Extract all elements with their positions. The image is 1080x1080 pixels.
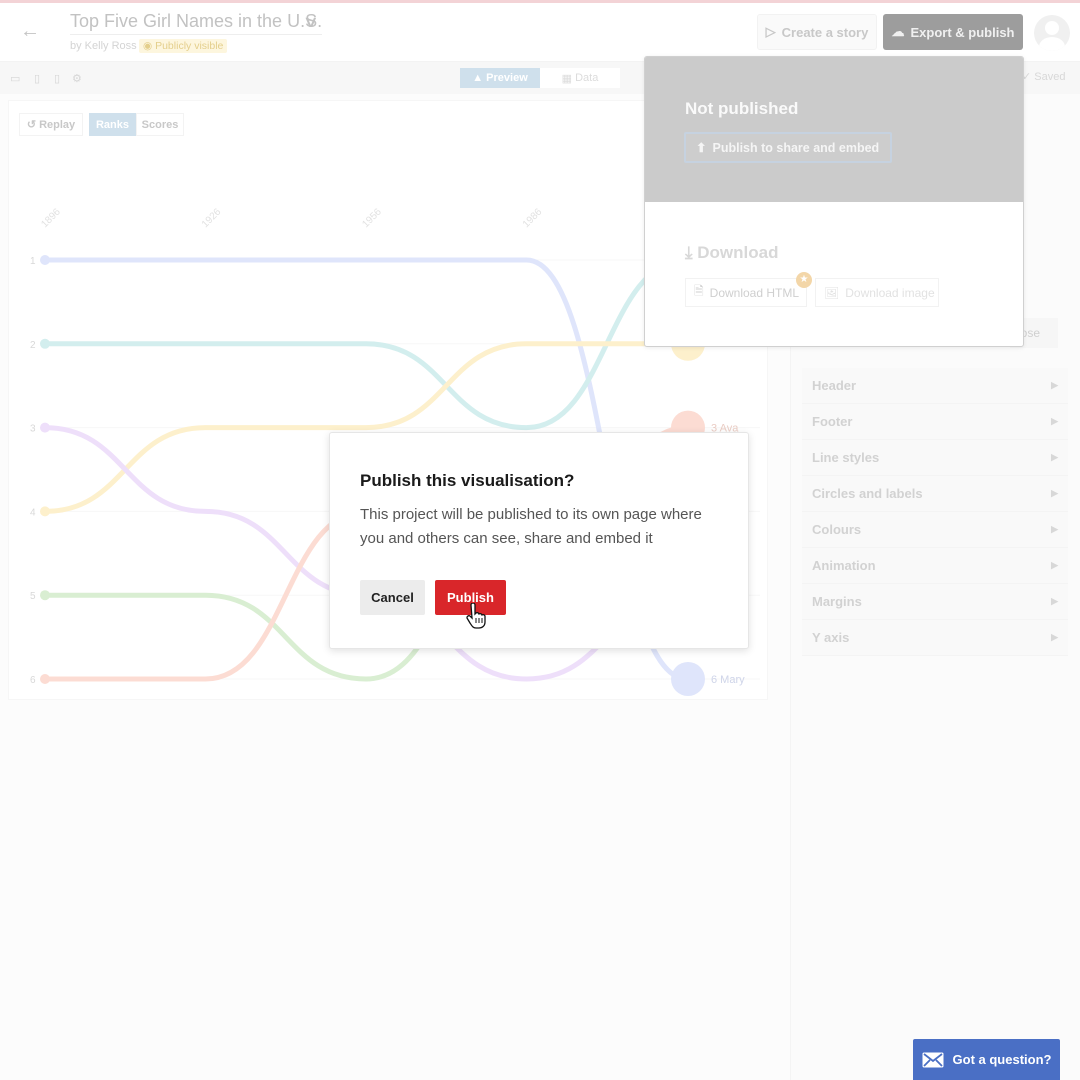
help-label: Got a question? [952,1052,1052,1067]
replay-label: Replay [39,118,76,131]
y-tick-label: 4 [30,507,36,518]
image-icon: 🖼 [824,285,840,300]
download-icon: ⤓ [685,243,693,262]
section-label: Y axis [812,630,850,645]
got-a-question-button[interactable]: Got a question? [913,1039,1060,1080]
create-story-label: Create a story [781,24,869,40]
settings-section-margins[interactable]: Margins ▶ [802,584,1068,620]
section-label: Header [812,378,857,393]
dialog-body: This project will be published to its ow… [360,506,702,547]
star-badge-icon: ★ [796,272,812,288]
series-start-dot [40,506,50,517]
caret-right-icon: ▶ [1051,488,1058,498]
series-start-dot [40,338,50,349]
series-start-dot [40,590,50,601]
section-label: Margins [812,594,862,609]
saved-label: Saved [1034,71,1066,83]
y-tick-label: 5 [30,591,36,602]
envelope-icon [922,1052,944,1067]
replay-button[interactable]: ↺ Replay [19,113,83,136]
download-html-button[interactable]: 🗎 Download HTML [685,278,807,307]
section-label: Circles and labels [812,486,923,501]
ranks-toggle[interactable]: Ranks [89,113,136,136]
publish-confirm-dialog: Publish this visualisation? This project… [329,432,749,649]
series-start-dot [40,255,50,265]
section-label: Line styles [812,450,880,465]
publish-share-label: Publish to share and embed [712,140,880,155]
caret-right-icon: ▶ [1051,380,1058,390]
file-code-icon: 🗎 [694,284,704,298]
caret-right-icon: ▶ [1051,524,1058,534]
caret-right-icon: ▶ [1051,416,1058,426]
scores-toggle[interactable]: Scores [136,113,184,136]
section-label: Colours [812,522,862,537]
avatar[interactable] [1034,15,1070,51]
export-dropdown: Not published ⬆ Publish to share and embe… [644,56,1024,347]
x-tick-label: 1896 [39,206,63,230]
dialog-title: Publish this visualisation? [360,471,575,490]
download-image-label: Download image [845,285,935,300]
saved-status: ✓ Saved [1022,71,1066,83]
y-tick-label: 1 [30,256,36,267]
x-tick-label: 1986 [521,206,545,230]
caret-right-icon: ▶ [1051,560,1058,570]
replay-icon: ↺ [26,119,40,131]
settings-section-circles-and-labels[interactable]: Circles and labels ▶ [802,476,1068,512]
publish-share-embed-button[interactable]: ⬆ Publish to share and embed [684,132,892,163]
cloud-upload-icon: ☁ [891,24,905,39]
publish-status: Not published [685,99,799,118]
settings-section-y-axis[interactable]: Y axis ▶ [802,620,1068,656]
download-heading: ⤓ Download [685,243,778,263]
settings-section-line-styles[interactable]: Line styles ▶ [802,440,1068,476]
export-publish-button[interactable]: ☁ Export & publish [883,14,1023,50]
download-html-label: Download HTML [709,285,800,300]
settings-section-footer[interactable]: Footer ▶ [802,404,1068,440]
settings-section-animation[interactable]: Animation ▶ [802,548,1068,584]
series-start-dot [40,422,50,433]
section-label: Animation [812,558,876,573]
cancel-button[interactable]: Cancel [360,580,425,615]
y-tick-label: 6 [30,675,36,686]
series-end-circle [671,662,705,696]
settings-section-header[interactable]: Header ▶ [802,368,1068,404]
settings-sections: Header ▶ Footer ▶ Line styles ▶ Circles and la… [802,368,1068,656]
x-tick-label: 1956 [360,206,384,230]
caret-right-icon: ▶ [1051,452,1058,462]
series-end-label: 6 Mary [711,674,745,686]
hand-pointer-cursor-icon [466,603,486,629]
y-tick-label: 3 [30,424,36,435]
caret-right-icon: ▶ [1051,596,1058,606]
download-image-button[interactable]: 🖼 Download image [815,278,939,307]
x-tick-label: 1926 [200,206,224,230]
publish-status-section [645,57,1023,202]
download-heading-label: Download [697,243,779,262]
settings-section-colours[interactable]: Colours ▶ [802,512,1068,548]
series-start-dot [40,674,50,684]
section-label: Footer [812,414,853,429]
caret-right-icon: ▶ [1051,632,1058,642]
y-tick-label: 2 [30,340,36,351]
export-publish-label: Export & publish [910,24,1015,40]
upload-circle-icon: ⬆ [696,141,707,155]
